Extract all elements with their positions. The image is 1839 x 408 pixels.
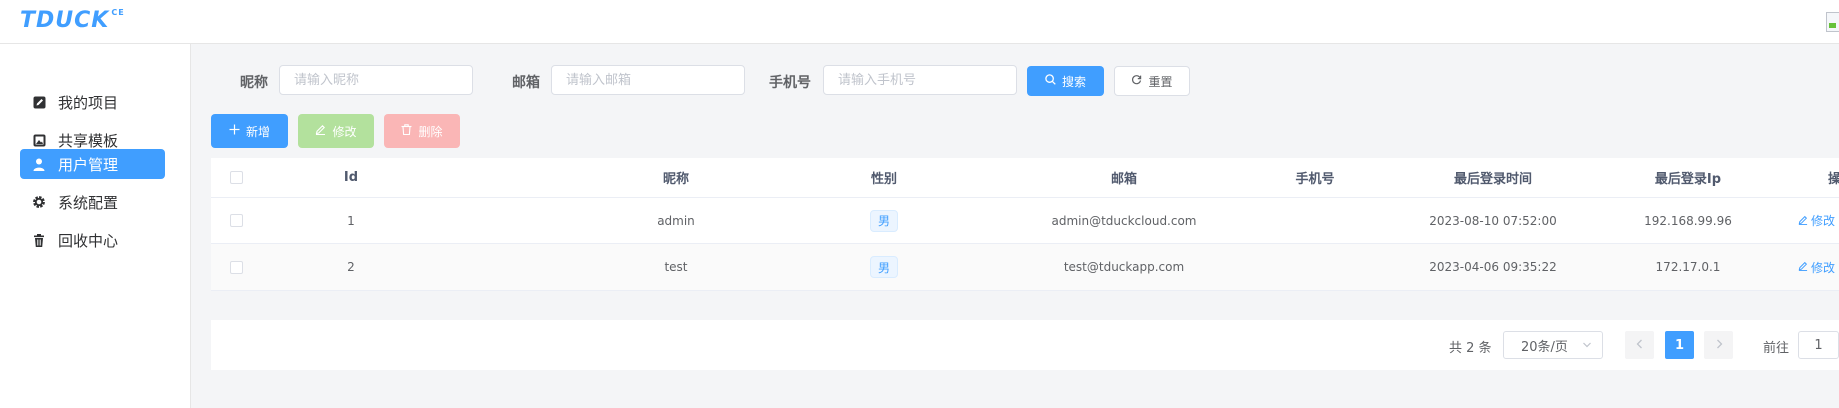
delete-button-label: 删除 — [418, 124, 443, 139]
sidebar-item-my-projects[interactable]: 我的项目 — [20, 87, 165, 117]
cell-phone — [1260, 244, 1370, 290]
table-header-row: Id 昵称 性别 邮箱 手机号 最后登录时间 最后登录Ip 操作 — [211, 158, 1839, 198]
gender-tag: 男 — [870, 256, 898, 278]
delete-button[interactable]: 删除 — [384, 114, 460, 148]
cell-actions: 修改 删除 — [1761, 244, 1839, 290]
sidebar-item-label: 回收中心 — [58, 231, 119, 250]
column-header[interactable]: 最后登录Ip — [1613, 158, 1763, 197]
logo-edition: CE — [111, 7, 125, 17]
table-row[interactable]: 1 admin 男 admin@tduckcloud.com 2023-08-1… — [211, 198, 1839, 244]
row-edit-button[interactable]: 修改 — [1798, 212, 1835, 229]
email-label: 邮箱 — [512, 75, 540, 91]
avatar[interactable] — [1826, 12, 1839, 32]
sidebar-item-user-management[interactable]: 用户管理 — [20, 149, 165, 179]
row-edit-label: 修改 — [1810, 260, 1835, 275]
top-header: TDUCK CE — [0, 0, 1839, 44]
phone-input[interactable] — [823, 65, 1017, 95]
sidebar-item-label: 我的项目 — [58, 93, 119, 112]
pagination-total: 共 2 条 — [1449, 341, 1492, 356]
cell-last-login-ip: 172.17.0.1 — [1655, 260, 1721, 274]
row-checkbox[interactable] — [229, 214, 243, 227]
edit-square-icon — [32, 95, 46, 109]
sidebar-item-system-config[interactable]: 系统配置 — [20, 187, 165, 217]
column-header[interactable]: 邮箱 — [974, 158, 1274, 197]
sidebar: 我的项目 共享模板 用户管理 系统配置 回收中心 — [0, 44, 191, 408]
row-checkbox-cell — [229, 198, 243, 243]
sidebar-item-label: 共享模板 — [58, 131, 119, 150]
row-checkbox[interactable] — [229, 260, 243, 274]
select-all-checkbox-cell — [229, 158, 243, 197]
cell-nickname: test — [664, 260, 688, 274]
gender-tag: 男 — [870, 209, 898, 232]
goto-label: 前往 — [1763, 341, 1790, 356]
table-row[interactable]: 2 test 男 test@tduckapp.com 2023-04-06 09… — [211, 244, 1839, 291]
app-logo[interactable]: TDUCK CE — [20, 8, 125, 33]
cell-nickname: admin — [657, 213, 695, 228]
picture-icon — [32, 133, 46, 147]
reset-button-label: 重置 — [1148, 74, 1173, 89]
page-size-value: 20条/页 — [1521, 339, 1568, 355]
users-table: Id 昵称 性别 邮箱 手机号 最后登录时间 最后登录Ip 操作 1 admin… — [211, 158, 1839, 291]
cell-email: admin@tduckcloud.com — [1051, 213, 1197, 228]
trash-icon — [32, 233, 46, 247]
edit-icon — [1798, 260, 1808, 274]
nickname-input[interactable] — [279, 65, 473, 95]
user-icon — [32, 157, 46, 171]
edit-button[interactable]: 修改 — [298, 114, 374, 148]
email-input[interactable] — [551, 65, 745, 95]
chevron-down-icon — [1582, 338, 1592, 355]
row-checkbox-cell — [229, 244, 243, 290]
next-page-button[interactable] — [1704, 331, 1733, 359]
reset-button[interactable]: 重置 — [1114, 66, 1190, 96]
column-header[interactable]: 昵称 — [621, 158, 731, 197]
plus-icon — [229, 124, 240, 138]
column-header[interactable]: 手机号 — [1260, 158, 1370, 197]
edit-button-label: 修改 — [332, 124, 357, 139]
add-button[interactable]: 新增 — [211, 114, 288, 148]
row-edit-label: 修改 — [1810, 214, 1835, 228]
cell-last-login-time: 2023-04-06 09:35:22 — [1429, 260, 1557, 274]
cell-last-login-ip: 192.168.99.96 — [1644, 213, 1732, 228]
cell-actions: 修改 删除 — [1761, 198, 1839, 243]
trash-icon — [401, 124, 412, 138]
chevron-right-icon — [1715, 338, 1723, 352]
nickname-label: 昵称 — [240, 75, 268, 91]
search-button[interactable]: 搜索 — [1027, 66, 1104, 96]
row-edit-button[interactable]: 修改 — [1798, 259, 1835, 276]
gear-icon — [32, 195, 46, 209]
edit-icon — [1798, 214, 1808, 228]
cell-email: test@tduckapp.com — [1063, 260, 1185, 274]
sidebar-item-recycle-center[interactable]: 回收中心 — [20, 225, 165, 255]
cell-gender: 男 — [829, 244, 939, 290]
cell-last-login-time: 2023-08-10 07:52:00 — [1429, 213, 1557, 228]
cell-id: 1 — [347, 213, 355, 228]
column-header: 操作 — [1827, 172, 1839, 187]
sidebar-item-label: 用户管理 — [58, 155, 119, 174]
goto-page-input[interactable] — [1798, 331, 1839, 359]
search-icon — [1045, 74, 1056, 88]
prev-page-button[interactable] — [1625, 331, 1654, 359]
sidebar-item-label: 系统配置 — [58, 193, 119, 212]
refresh-icon — [1131, 74, 1142, 88]
page-size-select[interactable]: 20条/页 — [1503, 331, 1603, 359]
search-button-label: 搜索 — [1061, 74, 1086, 89]
column-header[interactable]: 最后登录时间 — [1413, 158, 1573, 197]
add-button-label: 新增 — [245, 124, 270, 139]
edit-icon — [315, 124, 326, 138]
select-all-checkbox[interactable] — [229, 171, 243, 184]
page-number-current[interactable]: 1 — [1665, 331, 1694, 359]
cell-gender: 男 — [829, 198, 939, 243]
column-header[interactable]: 性别 — [829, 158, 939, 197]
column-header[interactable]: Id — [296, 158, 406, 197]
chevron-left-icon — [1636, 338, 1644, 352]
cell-phone — [1260, 198, 1370, 243]
cell-id: 2 — [347, 260, 355, 274]
phone-label: 手机号 — [769, 75, 811, 91]
logo-text: TDUCK — [20, 8, 110, 33]
